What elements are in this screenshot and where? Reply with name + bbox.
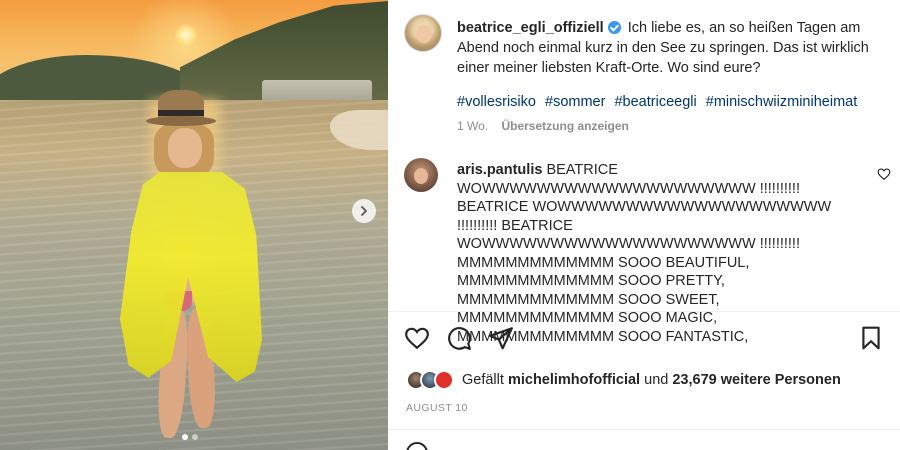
likes-text: Gefällt michelimhofofficial und 23,679 w… [462, 372, 841, 388]
hashtag-link[interactable]: #sommer [545, 94, 605, 110]
divider [388, 311, 900, 312]
harbor-boats [262, 80, 372, 102]
likes-connector: und [644, 372, 669, 388]
heart-icon[interactable] [877, 167, 891, 181]
comment-body: aris.pantulis BEATRICE WOWWWWWWWWWWWWWWW… [457, 161, 867, 346]
chevron-right-icon [361, 206, 367, 216]
likes-summary: Gefällt michelimhofofficial und 23,679 w… [406, 369, 841, 391]
post-date[interactable]: AUGUST 10 [406, 402, 468, 414]
hashtag-link[interactable]: #minischwiizminiheimat [706, 94, 858, 110]
emoji-icon[interactable] [406, 442, 428, 450]
hashtag-link[interactable]: #vollesrisiko [457, 94, 536, 110]
hashtag-list: #vollesrisiko #sommer #beatriceegli #min… [457, 94, 862, 110]
carousel-dot-active [182, 434, 188, 440]
face [168, 128, 202, 168]
author-username[interactable]: beatrice_egli_offiziell [457, 20, 604, 36]
post-age[interactable]: 1 Wo. [457, 119, 488, 133]
hashtag-link[interactable]: #beatriceegli [614, 94, 696, 110]
bookmark-icon[interactable] [858, 325, 884, 351]
divider [388, 429, 900, 430]
liker-username[interactable]: michelimhofofficial [508, 372, 640, 388]
avatar-face [416, 25, 432, 43]
likes-count[interactable]: 23,679 weitere Personen [672, 372, 840, 388]
woman-in-yellow-shirt [118, 86, 268, 450]
commenter-username[interactable]: aris.pantulis [457, 162, 542, 178]
action-bar [404, 325, 888, 353]
post-media[interactable] [0, 0, 388, 450]
verified-badge-icon [607, 21, 621, 34]
carousel-dot [192, 434, 198, 440]
post-panel: beatrice_egli_offiziell Ich liebe es, an… [388, 0, 900, 450]
caption-meta: 1 Wo. Übersetzung anzeigen [457, 119, 629, 133]
post-caption: beatrice_egli_offiziell Ich liebe es, an… [457, 18, 882, 78]
heart-icon[interactable] [404, 325, 430, 351]
author-avatar[interactable] [404, 14, 442, 52]
avatar-face [414, 168, 428, 184]
send-icon[interactable] [488, 325, 514, 351]
comment-icon[interactable] [446, 325, 472, 351]
hat-brim [146, 116, 216, 126]
carousel-indicator [182, 434, 198, 440]
comment-text: BEATRICE WOWWWWWWWWWWWWWWWWWWWW !!!!!!!!… [457, 162, 832, 345]
commenter-avatar[interactable] [404, 158, 438, 192]
sun [175, 24, 197, 46]
next-slide-button[interactable] [352, 199, 376, 223]
translate-button[interactable]: Übersetzung anzeigen [501, 119, 628, 133]
likes-prefix: Gefällt [462, 372, 504, 388]
liker-avatar[interactable] [434, 370, 454, 390]
